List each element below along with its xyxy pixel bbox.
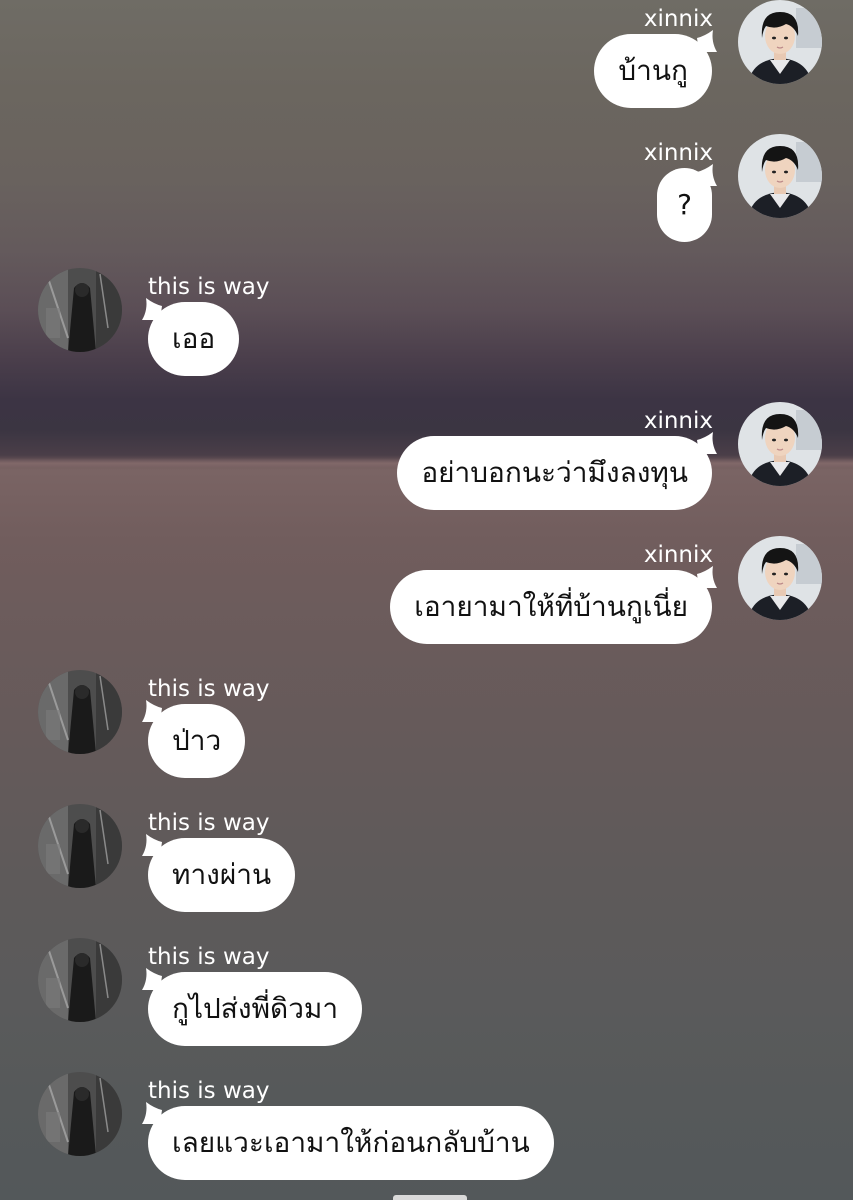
sender-name: xinnix: [643, 542, 713, 568]
home-indicator[interactable]: [393, 1195, 467, 1200]
sender-name: xinnix: [643, 140, 713, 166]
message-bubble[interactable]: ทางผ่าน: [148, 838, 296, 912]
avatar-this-is-way[interactable]: [38, 268, 122, 352]
avatar-xinnix[interactable]: [738, 536, 822, 620]
message-bubble[interactable]: เอายามาให้ที่บ้านกูเนี่ย: [390, 570, 712, 644]
chat-message: this is way ทางผ่าน: [0, 804, 853, 916]
chat-message: xinnix เอายามาให้ที่บ้านกูเนี่ย: [0, 536, 853, 648]
sender-name: this is way: [148, 810, 270, 836]
chat-message: xinnix อย่าบอกนะว่ามึงลงทุน: [0, 402, 853, 514]
sender-name: this is way: [148, 1078, 270, 1104]
message-bubble[interactable]: กูไปส่งพี่ดิวมา: [148, 972, 363, 1046]
message-bubble[interactable]: ป่าว: [148, 704, 246, 778]
message-bubble[interactable]: อย่าบอกนะว่ามึงลงทุน: [397, 436, 712, 510]
message-bubble[interactable]: เลยแวะเอามาให้ก่อนกลับบ้าน: [148, 1106, 554, 1180]
message-bubble[interactable]: บ้านกู: [594, 34, 712, 108]
avatar-xinnix[interactable]: [738, 402, 822, 486]
avatar-this-is-way[interactable]: [38, 938, 122, 1022]
avatar-this-is-way[interactable]: [38, 670, 122, 754]
sender-name: this is way: [148, 944, 270, 970]
message-bubble[interactable]: เออ: [148, 302, 240, 376]
chat-message: this is way เลยแวะเอามาให้ก่อนกลับบ้าน: [0, 1072, 853, 1184]
chat-message: this is way เออ: [0, 268, 853, 380]
sender-name: xinnix: [643, 408, 713, 434]
chat-message: xinnix ?: [0, 134, 853, 246]
avatar-xinnix[interactable]: [738, 134, 822, 218]
message-bubble[interactable]: ?: [657, 168, 712, 242]
avatar-this-is-way[interactable]: [38, 804, 122, 888]
sender-name: this is way: [148, 274, 270, 300]
sender-name: xinnix: [643, 6, 713, 32]
avatar-this-is-way[interactable]: [38, 1072, 122, 1156]
avatar-xinnix[interactable]: [738, 0, 822, 84]
chat-message: xinnix บ้านกู: [0, 0, 853, 112]
chat-message: this is way ป่าว: [0, 670, 853, 782]
chat-message: this is way กูไปส่งพี่ดิวมา: [0, 938, 853, 1050]
sender-name: this is way: [148, 676, 270, 702]
